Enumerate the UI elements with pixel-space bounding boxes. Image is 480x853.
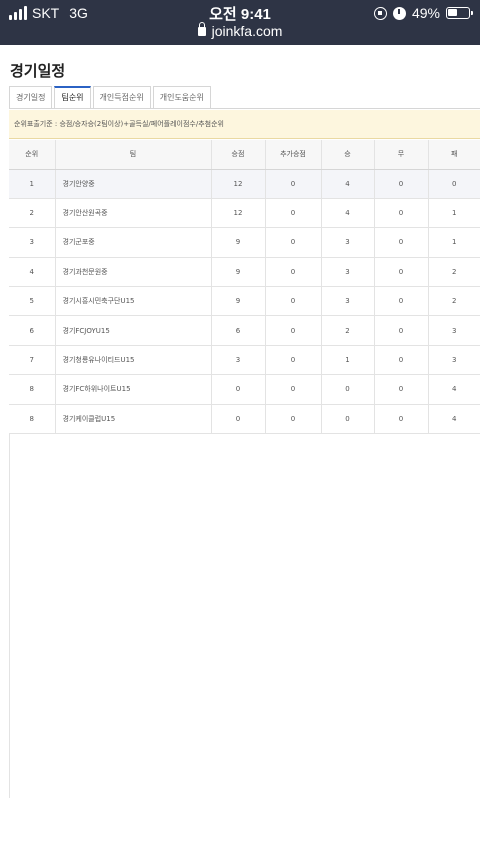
cell-draws: 0 bbox=[374, 345, 429, 376]
ranking-criteria-notice: 순위표출기준 : 승점/승자승(2팀이상)+골득실/페어플레이점수/추첨순위 bbox=[9, 110, 480, 139]
cell-losses: 4 bbox=[428, 374, 480, 405]
cell-losses: 3 bbox=[428, 345, 480, 376]
cell-wins: 1 bbox=[321, 345, 375, 376]
cell-bonus-points: 0 bbox=[265, 374, 322, 405]
tab-assist-ranking[interactable]: 개인도움순위 bbox=[152, 86, 211, 109]
tab-scorer-ranking[interactable]: 개인득점순위 bbox=[92, 86, 151, 109]
standings-table: 순위 팀 승점 추가승점 승 무 패 1 경기안양중 12 0 4 0 0 2 … bbox=[9, 140, 480, 435]
cell-losses: 1 bbox=[428, 227, 480, 258]
cell-losses: 3 bbox=[428, 315, 480, 346]
cell-losses: 2 bbox=[428, 257, 480, 288]
cell-wins: 0 bbox=[321, 374, 375, 405]
table-row[interactable]: 1 경기안양중 12 0 4 0 0 bbox=[9, 169, 480, 199]
alarm-icon bbox=[392, 6, 406, 20]
cell-points: 9 bbox=[211, 227, 266, 258]
cell-wins: 3 bbox=[321, 257, 375, 288]
header-losses: 패 bbox=[428, 140, 480, 170]
table-row[interactable]: 4 경기과천문원중 9 0 3 0 2 bbox=[9, 257, 480, 288]
cell-rank: 5 bbox=[9, 286, 56, 317]
status-bar: SKT 3G 오전 9:41 joinkfa.com 49% bbox=[0, 0, 480, 45]
cell-bonus-points: 0 bbox=[265, 198, 322, 229]
cell-points: 12 bbox=[211, 169, 266, 199]
cell-team: 경기케이클럽U15 bbox=[55, 404, 212, 435]
cell-rank: 2 bbox=[9, 198, 56, 229]
cell-wins: 2 bbox=[321, 315, 375, 346]
battery-icon bbox=[446, 7, 473, 19]
cell-points: 6 bbox=[211, 315, 266, 346]
cell-points: 9 bbox=[211, 286, 266, 317]
header-draws: 무 bbox=[374, 140, 429, 170]
table-header-row: 순위 팀 승점 추가승점 승 무 패 bbox=[9, 140, 480, 170]
table-row[interactable]: 2 경기안산원곡중 12 0 4 0 1 bbox=[9, 198, 480, 229]
table-row[interactable]: 7 경기청룡유나이티드U15 3 0 1 0 3 bbox=[9, 345, 480, 376]
battery-percent: 49% bbox=[411, 5, 440, 21]
cell-rank: 1 bbox=[9, 169, 56, 199]
tab-divider bbox=[9, 108, 480, 109]
cell-rank: 4 bbox=[9, 257, 56, 288]
cell-draws: 0 bbox=[374, 198, 429, 229]
cell-draws: 0 bbox=[374, 315, 429, 346]
lock-icon bbox=[197, 22, 206, 36]
cell-team: 경기안양중 bbox=[55, 169, 212, 199]
cell-rank: 7 bbox=[9, 345, 56, 376]
cell-bonus-points: 0 bbox=[265, 169, 322, 199]
cell-draws: 0 bbox=[374, 286, 429, 317]
cell-points: 0 bbox=[211, 374, 266, 405]
page-title: 경기일정 bbox=[10, 62, 66, 80]
cell-rank: 8 bbox=[9, 374, 56, 405]
cell-team: 경기안산원곡중 bbox=[55, 198, 212, 229]
cell-draws: 0 bbox=[374, 404, 429, 435]
cell-bonus-points: 0 bbox=[265, 315, 322, 346]
table-row[interactable]: 8 경기케이클럽U15 0 0 0 0 4 bbox=[9, 404, 480, 435]
status-icons: 49% bbox=[373, 4, 473, 22]
url-text: joinkfa.com bbox=[211, 23, 283, 39]
cell-draws: 0 bbox=[374, 169, 429, 199]
content-left-border bbox=[9, 434, 10, 798]
cell-bonus-points: 0 bbox=[265, 257, 322, 288]
cell-team: 경기시흥시민축구단U15 bbox=[55, 286, 212, 317]
cell-points: 12 bbox=[211, 198, 266, 229]
header-team: 팀 bbox=[55, 140, 212, 170]
cell-losses: 0 bbox=[428, 169, 480, 199]
tab-bar: 경기일정 팀순위 개인득점순위 개인도움순위 bbox=[9, 86, 213, 109]
cell-losses: 2 bbox=[428, 286, 480, 317]
cell-team: 경기FC하위나이트U15 bbox=[55, 374, 212, 405]
cell-team: 경기FCJOYU15 bbox=[55, 315, 212, 346]
cell-losses: 1 bbox=[428, 198, 480, 229]
table-row[interactable]: 3 경기군포중 9 0 3 0 1 bbox=[9, 227, 480, 258]
cell-bonus-points: 0 bbox=[265, 227, 322, 258]
cell-losses: 4 bbox=[428, 404, 480, 435]
cell-wins: 4 bbox=[321, 169, 375, 199]
cell-draws: 0 bbox=[374, 374, 429, 405]
header-bonus-points: 추가승점 bbox=[265, 140, 322, 170]
cell-bonus-points: 0 bbox=[265, 286, 322, 317]
address-bar[interactable]: joinkfa.com bbox=[0, 22, 480, 39]
cell-draws: 0 bbox=[374, 227, 429, 258]
cell-team: 경기군포중 bbox=[55, 227, 212, 258]
cell-team: 경기과천문원중 bbox=[55, 257, 212, 288]
cell-draws: 0 bbox=[374, 257, 429, 288]
cell-points: 0 bbox=[211, 404, 266, 435]
tab-match-schedule[interactable]: 경기일정 bbox=[9, 86, 53, 109]
tab-team-ranking[interactable]: 팀순위 bbox=[54, 86, 91, 109]
cell-rank: 3 bbox=[9, 227, 56, 258]
cell-wins: 3 bbox=[321, 286, 375, 317]
cell-points: 9 bbox=[211, 257, 266, 288]
cell-rank: 6 bbox=[9, 315, 56, 346]
cell-bonus-points: 0 bbox=[265, 345, 322, 376]
cell-team: 경기청룡유나이티드U15 bbox=[55, 345, 212, 376]
cell-wins: 4 bbox=[321, 198, 375, 229]
cell-wins: 3 bbox=[321, 227, 375, 258]
header-wins: 승 bbox=[321, 140, 375, 170]
cell-bonus-points: 0 bbox=[265, 404, 322, 435]
header-points: 승점 bbox=[211, 140, 266, 170]
cell-points: 3 bbox=[211, 345, 266, 376]
rotation-lock-icon bbox=[373, 6, 387, 20]
cell-rank: 8 bbox=[9, 404, 56, 435]
table-row[interactable]: 8 경기FC하위나이트U15 0 0 0 0 4 bbox=[9, 374, 480, 405]
table-row[interactable]: 6 경기FCJOYU15 6 0 2 0 3 bbox=[9, 315, 480, 346]
header-rank: 순위 bbox=[9, 140, 56, 170]
table-row[interactable]: 5 경기시흥시민축구단U15 9 0 3 0 2 bbox=[9, 286, 480, 317]
cell-wins: 0 bbox=[321, 404, 375, 435]
